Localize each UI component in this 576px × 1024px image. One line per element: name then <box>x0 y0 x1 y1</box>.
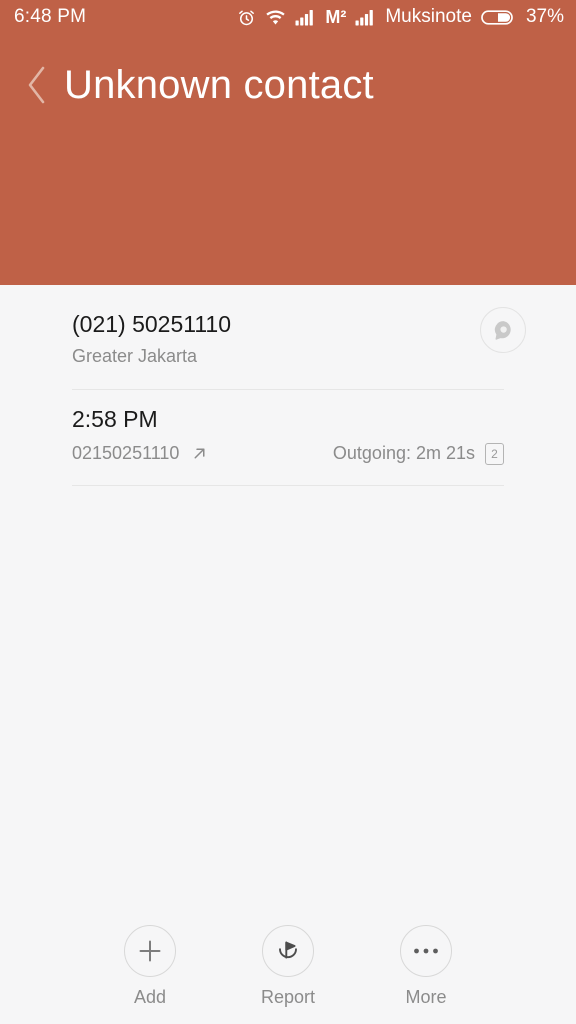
sim-slot-badge: 2 <box>485 442 504 465</box>
plus-icon <box>139 940 161 962</box>
content-area: (021) 50251110 Greater Jakarta 2:58 PM 0… <box>0 285 576 1024</box>
report-button-label: Report <box>260 987 316 1007</box>
contact-number: (021) 50251110 <box>72 311 232 337</box>
outgoing-arrow-icon <box>194 448 205 459</box>
call-detail-line: 02150251110 Outgoing: 2m 21s 2 <box>72 442 504 465</box>
signal-bars-icon-2 <box>355 9 376 26</box>
battery-icon <box>481 8 515 27</box>
back-button[interactable] <box>10 54 64 116</box>
wifi-icon <box>265 9 286 26</box>
phone-screen: 6:48 PM M² Muksinote 37% Unknown contact… <box>0 0 576 1024</box>
report-button-circle <box>262 925 314 977</box>
battery-percent: 37% <box>525 6 564 27</box>
more-button-label: More <box>405 987 447 1007</box>
contact-location: Greater Jakarta <box>72 345 198 366</box>
status-bar-clock: 6:48 PM <box>14 6 87 27</box>
add-button[interactable]: Add <box>100 925 200 1008</box>
call-log-row[interactable]: 2:58 PM 02150251110 Outgoing: 2m 21s 2 <box>72 390 504 486</box>
chevron-left-icon <box>28 66 45 104</box>
call-type-duration: Outgoing: 2m 21s <box>332 443 475 464</box>
contact-number-row[interactable]: (021) 50251110 Greater Jakarta <box>72 285 526 391</box>
more-dots-icon <box>414 948 438 954</box>
report-button[interactable]: Report <box>238 925 338 1008</box>
call-left-group: 02150251110 <box>72 443 208 464</box>
add-button-label: Add <box>133 987 167 1007</box>
call-right-group: Outgoing: 2m 21s 2 <box>332 442 504 465</box>
send-message-button[interactable] <box>480 307 526 353</box>
network-type-label: M² <box>325 6 347 27</box>
status-bar-indicators: M² Muksinote 37% <box>237 6 564 28</box>
bottom-action-bar: Add Report More <box>0 925 576 1008</box>
page-title: Unknown contact <box>64 63 374 107</box>
app-header: Unknown contact <box>0 34 576 285</box>
more-button-circle <box>400 925 452 977</box>
signal-bars-icon-1 <box>295 9 316 26</box>
more-button[interactable]: More <box>376 925 476 1008</box>
header-row: Unknown contact <box>0 34 576 116</box>
message-bubble-icon <box>494 320 511 340</box>
add-button-circle <box>124 925 176 977</box>
carrier-name: Muksinote <box>385 6 472 27</box>
call-time: 2:58 PM <box>72 406 158 433</box>
call-number: 02150251110 <box>72 443 180 464</box>
alarm-clock-icon <box>237 8 256 27</box>
flag-report-icon <box>279 941 297 959</box>
status-bar: 6:48 PM M² Muksinote 37% <box>0 0 576 34</box>
